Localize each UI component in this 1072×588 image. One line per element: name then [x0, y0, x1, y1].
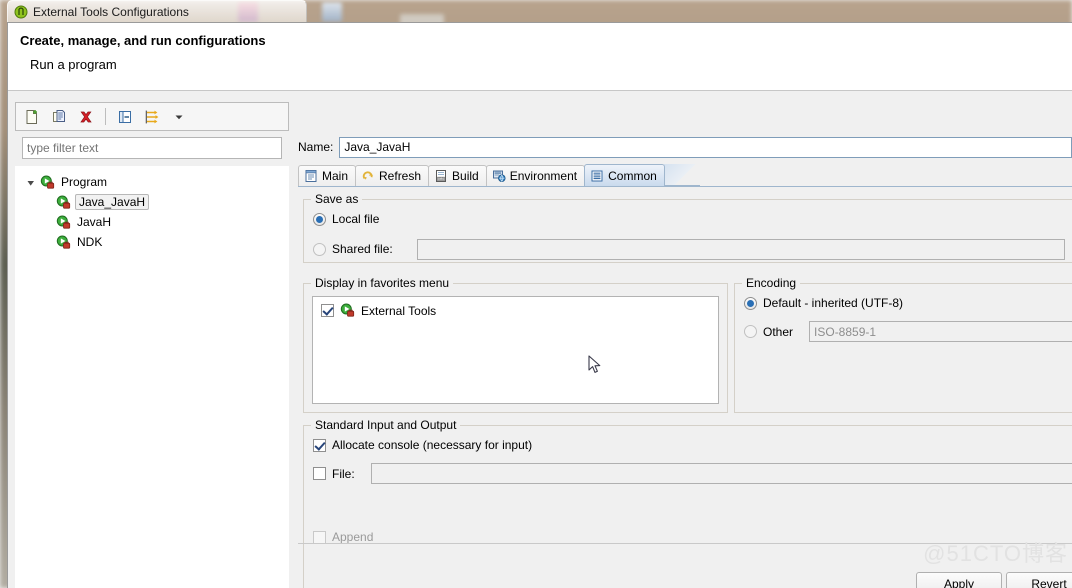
tree-item-label: Program [61, 175, 108, 189]
program-launch-icon [56, 215, 71, 230]
common-tab-icon [590, 169, 604, 183]
external-tools-configurations-window: External Tools Configurations Create, ma… [7, 0, 1072, 588]
allocate-console-row[interactable]: Allocate console (necessary for input) [313, 438, 532, 452]
favorites-group-title: Display in favorites menu [311, 276, 454, 290]
launch-configuration-tree-panel: Program Java_JavaH [15, 102, 289, 588]
save-as-group: Save as Local file Shared file: Browse..… [303, 192, 1072, 263]
configuration-tree[interactable]: Program Java_JavaH JavaH NDK [15, 166, 289, 588]
program-launch-icon [56, 195, 71, 210]
filter-arrows-icon[interactable] [140, 105, 164, 129]
save-as-group-title: Save as [311, 192, 363, 206]
revert-button[interactable]: Revert [1006, 572, 1072, 588]
encoding-default-row[interactable]: Default - inherited (UTF-8) [744, 296, 903, 310]
apply-button[interactable]: Apply [916, 572, 1002, 588]
tab-common[interactable]: Common [584, 164, 665, 186]
output-file-label: File: [332, 466, 355, 481]
toolbar-separator [105, 108, 106, 125]
favorites-list-item[interactable]: External Tools [313, 297, 718, 318]
tree-item-label: NDK [77, 235, 103, 249]
standard-io-group-title: Standard Input and Output [311, 418, 461, 432]
tree-item-label: JavaH [77, 215, 112, 229]
tab-label: Common [608, 168, 657, 183]
encoding-other-radio[interactable] [744, 325, 757, 338]
configuration-name-input[interactable] [339, 136, 1072, 158]
window-client-area: Create, manage, and run configurations R… [7, 22, 1072, 588]
dialog-header: Create, manage, and run configurations R… [8, 23, 1072, 91]
program-launch-icon [56, 235, 71, 250]
name-label: Name: [298, 140, 334, 154]
local-file-label: Local file [332, 212, 380, 226]
append-checkbox[interactable] [313, 530, 326, 544]
page-title: Create, manage, and run configurations [20, 33, 266, 48]
encoding-group-title: Encoding [742, 276, 801, 290]
configuration-editor-panel: Name: Main [298, 102, 1072, 588]
expand-triangle-icon[interactable] [26, 177, 36, 187]
page-subtitle: Run a program [30, 57, 117, 72]
tab-label: Main [322, 169, 349, 183]
window-title-text: External Tools Configurations [33, 4, 189, 19]
tree-item-label: Java_JavaH [75, 194, 150, 210]
encoding-default-radio[interactable] [744, 296, 757, 310]
tab-label: Refresh [379, 169, 422, 183]
tree-item-ndk[interactable]: NDK [16, 232, 288, 252]
shared-file-input[interactable] [416, 238, 1065, 260]
encoding-other-row[interactable]: Other [744, 321, 1072, 342]
configuration-name-row: Name: [298, 136, 1072, 158]
shared-file-label: Shared file: [332, 242, 393, 256]
tab-build[interactable]: 010 Build [428, 165, 487, 186]
duplicate-icon[interactable] [47, 105, 71, 129]
program-launch-icon [40, 175, 55, 190]
tree-item-javah[interactable]: JavaH [16, 212, 288, 232]
tab-environment[interactable]: Environment [485, 165, 586, 186]
new-document-icon[interactable] [20, 105, 44, 129]
tree-item-java-javah[interactable]: Java_JavaH [16, 192, 288, 212]
environment-tab-icon [492, 169, 506, 183]
tab-label: Environment [509, 169, 578, 183]
favorites-group: Display in favorites menu External Tools [303, 276, 728, 413]
append-row[interactable]: Append [313, 530, 373, 544]
tab-refresh[interactable]: Refresh [355, 165, 430, 186]
append-label: Append [332, 530, 374, 544]
mouse-cursor [588, 355, 602, 375]
local-file-radio-row[interactable]: Local file [313, 212, 379, 226]
chevron-down-icon[interactable] [167, 105, 191, 129]
favorites-item-checkbox[interactable] [321, 304, 334, 317]
delete-x-icon[interactable] [74, 105, 98, 129]
external-tools-icon [14, 5, 28, 19]
svg-text:010: 010 [438, 177, 444, 181]
main-tab-icon [304, 169, 318, 183]
shared-file-radio-row[interactable]: Shared file: Browse... [313, 237, 1072, 261]
favorites-list[interactable]: External Tools [312, 296, 719, 404]
tree-toolbar [15, 102, 289, 131]
allocate-console-label: Allocate console (necessary for input) [332, 438, 533, 452]
tab-main[interactable]: Main [298, 165, 357, 186]
search-input[interactable] [22, 137, 282, 159]
output-file-checkbox[interactable] [313, 467, 326, 480]
output-file-row[interactable]: File: [313, 463, 1072, 484]
local-file-radio[interactable] [313, 212, 326, 226]
favorites-item-label: External Tools [361, 303, 437, 318]
build-tab-icon: 010 [434, 169, 448, 183]
external-tools-icon [340, 303, 355, 318]
common-tab-content: Save as Local file Shared file: Browse..… [298, 186, 1072, 588]
encoding-group: Encoding Default - inherited (UTF-8) Oth… [734, 276, 1072, 413]
encoding-other-input[interactable] [809, 321, 1072, 342]
tree-item-program[interactable]: Program [16, 172, 288, 192]
tab-label: Build [452, 169, 479, 183]
encoding-default-label: Default - inherited (UTF-8) [763, 296, 904, 310]
watermark: @51CTO博客 [923, 541, 1068, 566]
tab-bar-tail [663, 164, 700, 186]
encoding-other-label: Other [763, 324, 794, 339]
configuration-tab-bar: Main Refresh 010 Build Environment Commo… [298, 164, 1072, 186]
window-title-bar[interactable]: External Tools Configurations [7, 0, 307, 22]
allocate-console-checkbox[interactable] [313, 438, 326, 452]
output-file-input[interactable] [370, 463, 1072, 484]
refresh-tab-icon [361, 169, 375, 183]
collapse-all-icon[interactable] [113, 105, 137, 129]
shared-file-radio[interactable] [313, 242, 326, 256]
